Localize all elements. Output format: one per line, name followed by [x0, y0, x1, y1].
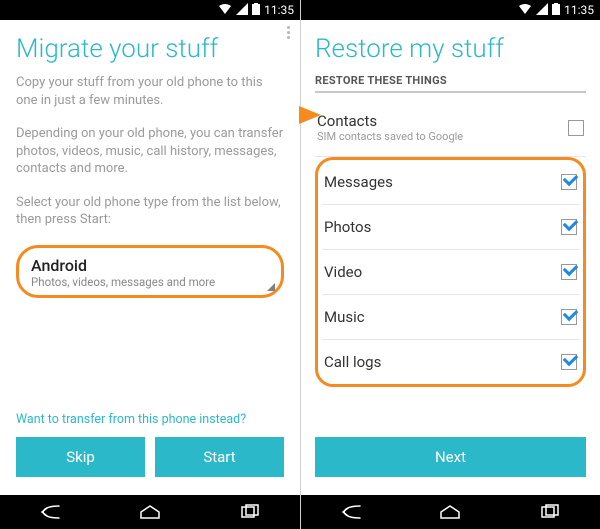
item-label: Contacts	[317, 112, 463, 130]
overflow-menu-icon[interactable]	[287, 26, 290, 39]
restore-item-messages[interactable]: Messages	[322, 160, 579, 205]
battery-icon	[252, 3, 260, 18]
phone-right: 11:35 Restore my stuff RESTORE THESE THI…	[300, 0, 600, 529]
battery-icon	[552, 3, 560, 18]
skip-button[interactable]: Skip	[16, 437, 145, 477]
status-time: 11:35	[264, 3, 294, 17]
item-label: Video	[324, 263, 362, 281]
dropdown-selected-label: Android	[31, 256, 269, 275]
intro-paragraph-2: Depending on your old phone, you can tra…	[16, 125, 284, 178]
transfer-instead-link[interactable]: Want to transfer from this phone instead…	[16, 412, 284, 427]
item-label: Call logs	[324, 353, 381, 371]
dropdown-selected-sub: Photos, videos, messages and more	[31, 275, 269, 289]
nav-home-icon[interactable]	[430, 502, 470, 522]
start-button[interactable]: Start	[155, 437, 284, 477]
checkbox[interactable]	[561, 219, 577, 235]
nav-back-icon[interactable]	[30, 502, 70, 522]
nav-home-icon[interactable]	[130, 502, 170, 522]
checkbox[interactable]	[561, 309, 577, 325]
wifi-icon	[218, 3, 232, 18]
checkbox[interactable]	[561, 264, 577, 280]
nav-recent-icon[interactable]	[230, 502, 270, 522]
restore-item-video[interactable]: Video	[322, 250, 579, 295]
status-time: 11:35	[564, 3, 594, 17]
page-title: Restore my stuff	[315, 34, 586, 64]
phone-type-dropdown[interactable]: Android Photos, videos, messages and mor…	[16, 245, 284, 298]
restore-item-photos[interactable]: Photos	[322, 205, 579, 250]
intro-paragraph-1: Copy your stuff from your old phone to t…	[16, 74, 284, 109]
next-button[interactable]: Next	[315, 437, 586, 477]
button-row: Skip Start	[16, 437, 284, 477]
restore-item-call-logs[interactable]: Call logs	[322, 340, 579, 384]
status-bar: 11:35	[301, 0, 600, 20]
spinner-handle-icon	[267, 283, 275, 291]
nav-recent-icon[interactable]	[530, 502, 570, 522]
phone-left: 11:35 Migrate your stuff Copy your stuff…	[0, 0, 300, 529]
checkbox[interactable]	[561, 354, 577, 370]
status-bar: 11:35	[0, 0, 300, 20]
section-divider	[315, 91, 586, 93]
content-left: Migrate your stuff Copy your stuff from …	[0, 20, 300, 495]
highlighted-items-group: Messages Photos Video Music Call logs	[315, 157, 586, 387]
item-label: Music	[324, 308, 365, 326]
button-row: Next	[315, 437, 586, 477]
item-label: Messages	[324, 173, 393, 191]
nav-bar	[0, 495, 300, 529]
checkbox[interactable]	[568, 120, 584, 136]
signal-icon	[236, 3, 248, 18]
signal-icon	[536, 3, 548, 18]
page-title: Migrate your stuff	[16, 34, 284, 64]
instruction-paragraph: Select your old phone type from the list…	[16, 194, 284, 229]
content-right: Restore my stuff RESTORE THESE THINGS Co…	[301, 20, 600, 495]
item-sublabel: SIM contacts saved to Google	[317, 130, 463, 143]
restore-item-music[interactable]: Music	[322, 295, 579, 340]
checkbox[interactable]	[561, 174, 577, 190]
restore-item-contacts[interactable]: Contacts SIM contacts saved to Google	[315, 99, 586, 157]
nav-bar	[301, 495, 600, 529]
nav-back-icon[interactable]	[331, 502, 371, 522]
section-header: RESTORE THESE THINGS	[315, 74, 586, 87]
annotation-arrow-icon	[299, 106, 321, 124]
wifi-icon	[518, 3, 532, 18]
item-label: Photos	[324, 218, 371, 236]
